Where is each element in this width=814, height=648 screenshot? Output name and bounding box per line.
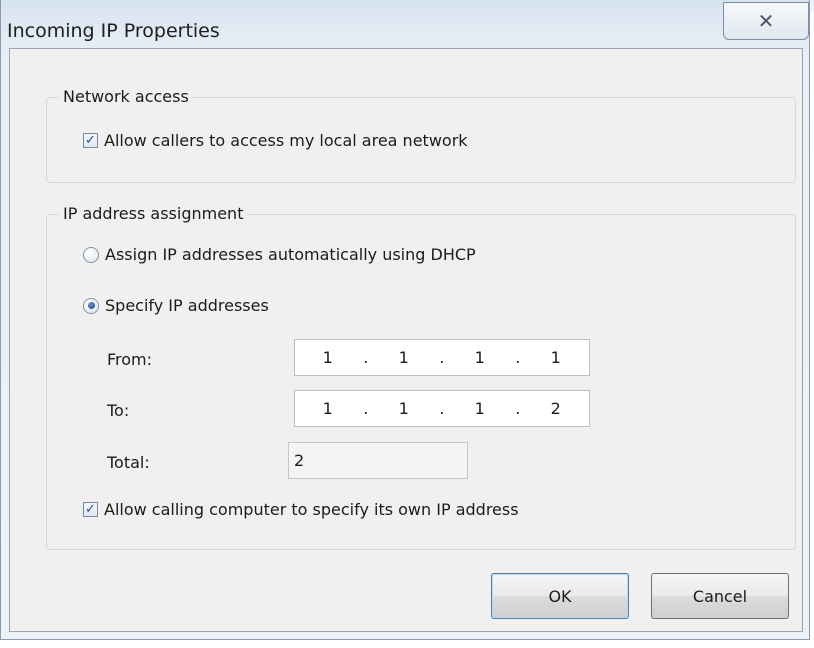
from-label: From: — [107, 350, 153, 369]
total-field: 2 — [288, 442, 468, 479]
allow-lan-row[interactable]: ✓ Allow callers to access my local area … — [83, 131, 468, 150]
ip-octet[interactable]: 1 — [551, 348, 562, 367]
cancel-button[interactable]: Cancel — [651, 573, 789, 619]
ip-separator: . — [515, 399, 521, 418]
checkmark-icon: ✓ — [85, 502, 96, 517]
allow-own-ip-label: Allow calling computer to specify its ow… — [104, 500, 519, 519]
network-access-group: Network access ✓ Allow callers to access… — [46, 87, 796, 183]
network-access-legend: Network access — [59, 87, 193, 106]
ip-octet[interactable]: 1 — [475, 348, 486, 367]
ip-separator: . — [363, 399, 369, 418]
total-label: Total: — [107, 453, 150, 472]
ip-assignment-group: IP address assignment Assign IP addresse… — [46, 204, 796, 550]
from-ip-input[interactable]: 1 . 1 . 1 . 1 — [294, 339, 590, 376]
dhcp-radio[interactable] — [83, 246, 99, 263]
allow-lan-label: Allow callers to access my local area ne… — [104, 131, 468, 150]
window-title: Incoming IP Properties — [7, 20, 220, 42]
ip-octet[interactable]: 1 — [399, 348, 410, 367]
specify-ip-label: Specify IP addresses — [105, 296, 269, 315]
ok-button[interactable]: OK — [491, 573, 629, 619]
to-label: To: — [107, 401, 130, 420]
to-ip-input[interactable]: 1 . 1 . 1 . 2 — [294, 390, 590, 427]
ip-assignment-legend: IP address assignment — [59, 204, 248, 223]
close-icon: ✕ — [757, 9, 775, 33]
ip-octet[interactable]: 1 — [475, 399, 486, 418]
ip-separator: . — [363, 348, 369, 367]
ip-octet[interactable]: 2 — [551, 399, 562, 418]
specify-ip-option[interactable]: Specify IP addresses — [83, 296, 269, 315]
ip-octet[interactable]: 1 — [323, 348, 334, 367]
ip-separator: . — [439, 348, 445, 367]
radio-selected-dot — [87, 302, 95, 309]
ip-octet[interactable]: 1 — [323, 399, 334, 418]
checkmark-icon: ✓ — [85, 133, 96, 148]
specify-ip-radio[interactable] — [83, 297, 99, 314]
ip-octet[interactable]: 1 — [399, 399, 410, 418]
allow-own-ip-row[interactable]: ✓ Allow calling computer to specify its … — [83, 500, 519, 519]
allow-own-ip-checkbox[interactable]: ✓ — [83, 502, 98, 517]
ip-separator: . — [515, 348, 521, 367]
ip-separator: . — [439, 399, 445, 418]
dhcp-option[interactable]: Assign IP addresses automatically using … — [83, 245, 476, 264]
dialog-client-area: Network access ✓ Allow callers to access… — [9, 48, 803, 632]
dhcp-option-label: Assign IP addresses automatically using … — [105, 245, 476, 264]
close-button[interactable]: ✕ — [723, 2, 809, 40]
dialog-window: Incoming IP Properties ✕ Network access … — [0, 0, 810, 640]
allow-lan-checkbox[interactable]: ✓ — [83, 133, 98, 148]
